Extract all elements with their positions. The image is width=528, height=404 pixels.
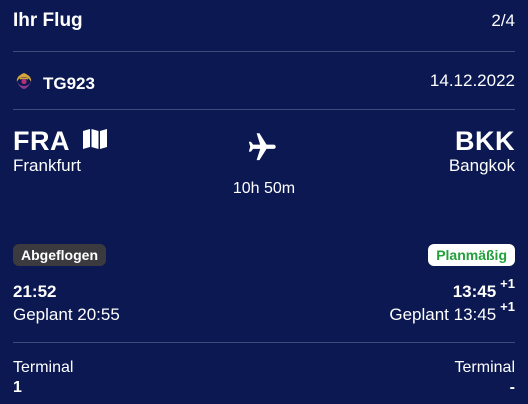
origin-airport: FRA xyxy=(13,126,108,157)
destination-city: Bangkok xyxy=(448,156,515,175)
flight-date: 14.12.2022 xyxy=(429,71,515,90)
flight-duration: 10h 50m xyxy=(232,180,296,197)
arrival-actual-time: 13:45 xyxy=(452,282,497,301)
departure-terminal-value: 1 xyxy=(13,379,22,396)
thai-airways-logo-icon xyxy=(13,70,35,97)
arrival-day-offset: +1 xyxy=(500,276,515,291)
departure-scheduled-time: Geplant 20:55 xyxy=(13,305,120,324)
origin-code: FRA xyxy=(13,126,70,156)
arrival-terminal-value: - xyxy=(509,379,515,396)
arrival-status-badge: Planmäßig xyxy=(428,244,515,266)
arrival-scheduled-time-row: Geplant 13:45 +1 xyxy=(389,300,515,325)
arrival-scheduled-day-offset: +1 xyxy=(500,299,515,314)
arrival-terminal-label: Terminal xyxy=(454,359,515,376)
map-icon[interactable] xyxy=(82,128,108,155)
flight-info-row: TG923 xyxy=(13,70,95,97)
departure-terminal-label: Terminal xyxy=(13,359,74,376)
airplane-icon xyxy=(246,129,280,168)
arrival-scheduled-time: Geplant 13:45 xyxy=(389,305,497,324)
step-indicator: 2/4 xyxy=(491,11,515,30)
destination-code: BKK xyxy=(455,126,515,156)
origin-city: Frankfurt xyxy=(13,156,82,175)
flight-number: TG923 xyxy=(43,73,95,93)
departure-status-badge: Abgeflogen xyxy=(13,244,106,266)
divider xyxy=(13,342,515,343)
divider xyxy=(13,51,515,52)
divider xyxy=(13,109,515,110)
page-title: Ihr Flug xyxy=(13,10,83,31)
departure-actual-time: 21:52 xyxy=(13,282,57,301)
